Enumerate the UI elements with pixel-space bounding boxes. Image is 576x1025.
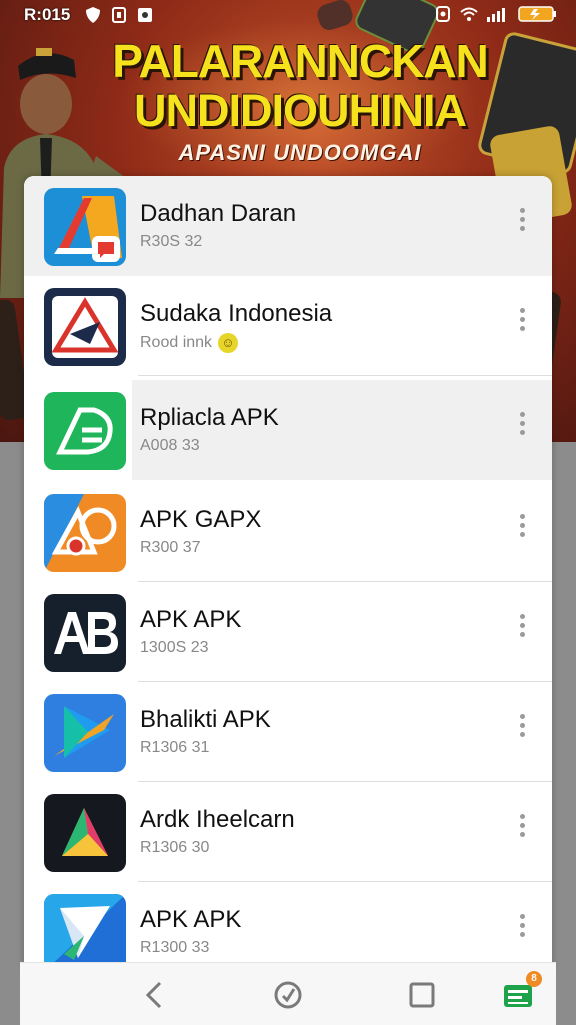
banner-subheadline: APASNI UNDOOMGAI (178, 140, 422, 165)
app-subtitle: R300 37 (140, 539, 201, 556)
list-item[interactable]: Ardk Iheelcarn R1306 30 (24, 782, 552, 882)
divider (138, 375, 552, 376)
more-options-icon[interactable] (512, 308, 532, 338)
app-store-button[interactable]: 8 (500, 971, 542, 1013)
more-options-icon[interactable] (512, 208, 532, 238)
green-a-app-icon (44, 392, 126, 470)
more-options-icon[interactable] (512, 714, 532, 744)
battery-icon (518, 6, 556, 22)
wifi-icon (460, 7, 478, 21)
red-blue-triangle-app-icon (44, 188, 126, 266)
signal-icon (487, 8, 505, 22)
app-title: APK APK (140, 606, 242, 633)
more-options-icon[interactable] (512, 914, 532, 944)
recents-icon[interactable] (404, 977, 440, 1013)
app-title: Dadhan Daran (140, 200, 297, 227)
list-item[interactable]: Sudaka Indonesia Rood innk ☺ (24, 276, 552, 376)
blue-paper-plane-icon (44, 894, 126, 966)
shield-icon (86, 7, 100, 23)
list-item[interactable]: APK GAPX R300 37 (24, 482, 552, 582)
dark-play-triangle-icon (44, 794, 126, 872)
more-options-icon[interactable] (512, 412, 532, 442)
status-time: R:015 (24, 5, 71, 24)
list-item[interactable]: APK APK R1300 33 (24, 882, 552, 966)
ab-letters-icon (44, 594, 126, 672)
app-title: Sudaka Indonesia (140, 300, 333, 327)
app-title: Bhalikti APK (140, 706, 271, 733)
back-icon[interactable] (138, 977, 174, 1013)
app-title: Rpliacla APK (140, 404, 279, 431)
app-subtitle: R1306 31 (140, 739, 210, 756)
more-options-icon[interactable] (512, 514, 532, 544)
list-item[interactable]: Bhalikti APK R1306 31 (24, 682, 552, 782)
app-subtitle: R1306 30 (140, 839, 210, 856)
app-title: Ardk Iheelcarn (140, 806, 295, 833)
home-icon[interactable] (270, 977, 306, 1013)
banner-headline: PALARANNCKAN (112, 35, 489, 87)
app-title: APK APK (140, 906, 242, 933)
navigation-bar: 8 (20, 962, 556, 1025)
banner-headline-line2: UNDIDIOUHINIA (134, 85, 467, 136)
orange-blue-pin-icon (44, 494, 126, 572)
blue-play-arrow-icon (44, 694, 126, 772)
vpn-icon (436, 6, 450, 22)
smiley-badge-icon: ☺ (218, 333, 239, 353)
app-subtitle: R30S 32 (140, 233, 203, 250)
app-list: Dadhan Daran R30S 32 Sudaka Indonesia Ro… (24, 176, 552, 966)
more-options-icon[interactable] (512, 814, 532, 844)
gallery-icon (138, 8, 152, 22)
list-item[interactable]: Dadhan Daran R30S 32 (24, 176, 552, 276)
notification-badge: 8 (526, 971, 542, 987)
notification-icon (112, 7, 126, 23)
app-subtitle: A008 33 (140, 437, 200, 454)
list-item[interactable]: APK APK 1300S 23 (24, 582, 552, 682)
app-subtitle: R1300 33 (140, 939, 210, 956)
app-subtitle-text: Rood innk (140, 334, 213, 352)
red-triangle-map-icon (44, 288, 126, 366)
status-bar: R:015 (0, 0, 576, 30)
app-subtitle: Rood innk ☺ (140, 333, 239, 353)
list-item[interactable]: Rpliacla APK A008 33 (24, 380, 552, 480)
more-options-icon[interactable] (512, 614, 532, 644)
app-title: APK GAPX (140, 506, 262, 533)
app-subtitle: 1300S 23 (140, 639, 209, 656)
